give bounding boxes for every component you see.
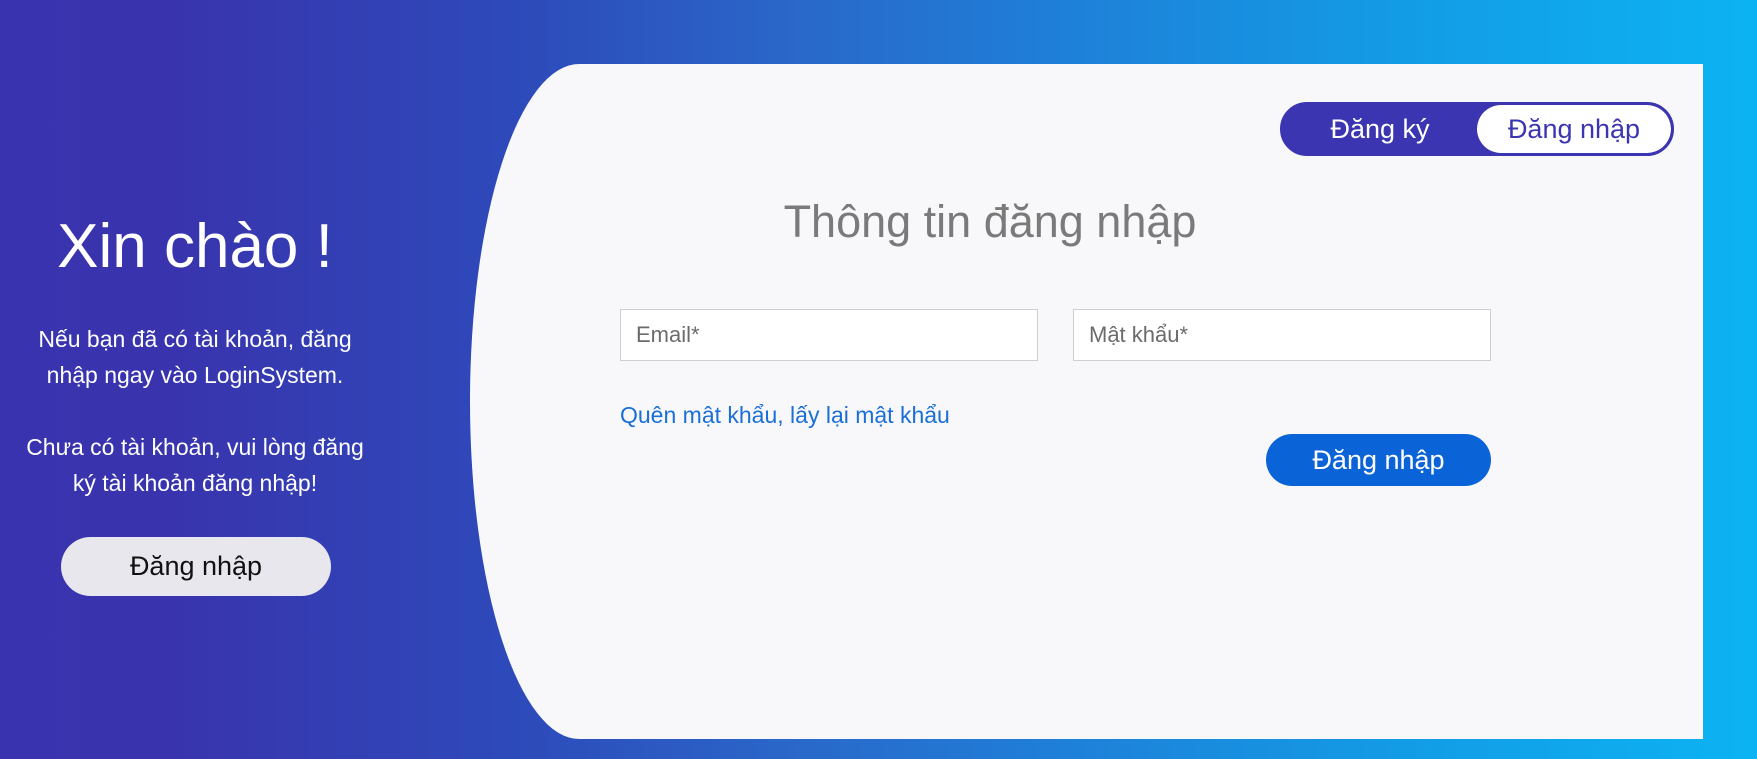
auth-mode-toggle: Đăng ký Đăng nhập [1280, 102, 1674, 156]
welcome-text-no-account: Chưa có tài khoản, vui lòng đăng ký tài … [26, 434, 364, 496]
login-submit-button[interactable]: Đăng nhập [1266, 434, 1491, 486]
tab-login[interactable]: Đăng nhập [1477, 105, 1671, 153]
welcome-panel: Xin chào ! Nếu bạn đã có tài khoản, đăng… [0, 0, 390, 759]
form-title: Thông tin đăng nhập [783, 196, 1197, 247]
password-input[interactable] [1073, 309, 1491, 361]
forgot-password-link[interactable]: Quên mật khẩu, lấy lại mật khẩu [620, 402, 950, 429]
welcome-title: Xin chào ! [57, 212, 333, 281]
email-input[interactable] [620, 309, 1038, 361]
tab-register[interactable]: Đăng ký [1283, 105, 1477, 153]
welcome-login-button[interactable]: Đăng nhập [61, 537, 331, 596]
login-card: Đăng ký Đăng nhập Thông tin đăng nhập Qu… [470, 64, 1703, 739]
welcome-text-existing-account: Nếu bạn đã có tài khoản, đăng nhập ngay … [38, 326, 352, 388]
